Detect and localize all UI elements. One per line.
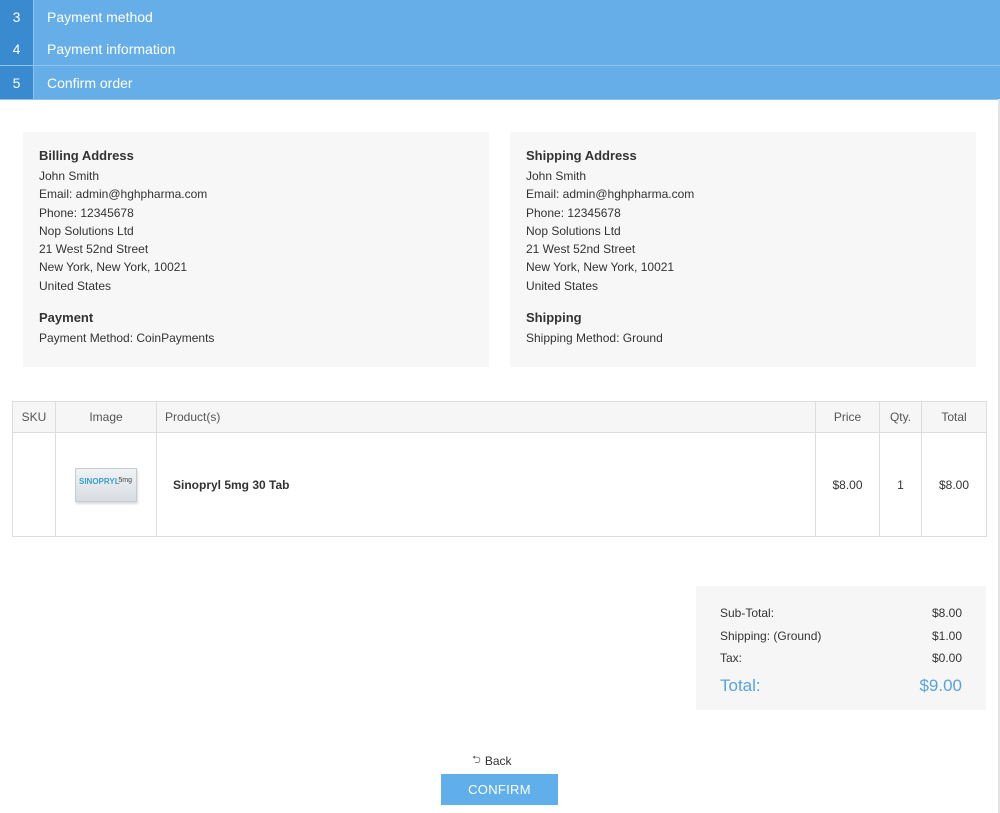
billing-name: John Smith <box>39 169 100 183</box>
price-header: Price <box>815 401 880 433</box>
image-header: Image <box>55 401 157 433</box>
step-number: 3 <box>0 0 34 33</box>
order-totals-box: Sub-Total: $8.00 Shipping: (Ground) $1.0… <box>696 586 986 710</box>
shipping-method: Shipping Method: Ground <box>526 331 663 346</box>
subtotal-row: Sub-Total: $8.00 <box>720 602 962 625</box>
back-label: Back <box>484 753 512 768</box>
shipping-street: 21 West 52nd Street <box>526 242 636 257</box>
shipping-country: United States <box>526 278 599 293</box>
item-total: $8.00 <box>921 432 987 537</box>
thumbnail-dose: 5mg <box>118 476 132 484</box>
step-confirm-order[interactable]: 5 Confirm order <box>0 66 1000 100</box>
step-payment-information[interactable]: 4 Payment information <box>0 32 1000 66</box>
step-label: Confirm order <box>47 74 133 91</box>
step-number: 4 <box>0 32 34 65</box>
total-value: $9.00 <box>919 675 962 695</box>
grand-total-row: Total: $9.00 <box>720 672 962 700</box>
payment-title: Payment <box>39 310 94 326</box>
sku-header: SKU <box>12 401 56 433</box>
item-product-name[interactable]: Sinopryl 5mg 30 Tab <box>156 432 816 537</box>
item-image-cell[interactable]: SINOPRYL 5mg <box>55 432 157 537</box>
shipping-address-title: Shipping Address <box>526 148 637 163</box>
shipping-title: Shipping <box>526 310 582 326</box>
shipping-phone: Phone: 12345678 <box>526 205 621 220</box>
subtotal-label: Sub-Total: <box>720 606 775 621</box>
billing-info-box: Billing Address John Smith Email: admin@… <box>23 132 489 367</box>
billing-email: Email: admin@hghpharma.com <box>39 187 208 202</box>
billing-street: 21 West 52nd Street <box>39 242 149 257</box>
confirm-button[interactable]: CONFIRM <box>441 774 558 805</box>
billing-country: United States <box>39 278 112 293</box>
step-number: 5 <box>0 66 34 99</box>
subtotal-value: $8.00 <box>931 606 962 621</box>
cart-header-row: SKU Image Product(s) Price Qty. Total <box>12 401 987 433</box>
table-row: SINOPRYL 5mg Sinopryl 5mg 30 Tab $8.00 1… <box>12 432 987 537</box>
billing-city: New York, New York, 10021 <box>39 260 188 275</box>
payment-method: Payment Method: CoinPayments <box>39 331 215 346</box>
step-label: Payment information <box>47 40 176 57</box>
back-arrow-icon: ⮌ <box>472 754 481 766</box>
shipping-name: John Smith <box>526 169 587 183</box>
billing-company: Nop Solutions Ltd <box>39 223 134 238</box>
shipping-info-box: Shipping Address John Smith Email: admin… <box>510 132 976 367</box>
product-thumbnail[interactable]: SINOPRYL 5mg <box>75 467 137 502</box>
qty-header: Qty. <box>879 401 922 433</box>
total-label: Total: <box>720 675 761 695</box>
shipping-row: Shipping: (Ground) $1.00 <box>720 625 962 648</box>
billing-phone: Phone: 12345678 <box>39 205 134 220</box>
tax-row: Tax: $0.00 <box>720 647 962 670</box>
step-label: Payment method <box>47 8 153 25</box>
billing-address-title: Billing Address <box>39 148 134 163</box>
thumbnail-brand: SINOPRYL <box>79 476 120 486</box>
shipping-label: Shipping: (Ground) <box>720 628 822 643</box>
cart-table: SKU Image Product(s) Price Qty. Total SI… <box>12 401 987 537</box>
total-header: Total <box>921 401 987 433</box>
tax-label: Tax: <box>720 651 743 666</box>
step-payment-method[interactable]: 3 Payment method <box>0 0 1000 34</box>
item-sku <box>12 432 56 537</box>
shipping-city: New York, New York, 10021 <box>526 260 675 275</box>
item-price: $8.00 <box>815 432 880 537</box>
shipping-value: $1.00 <box>931 628 962 643</box>
shipping-company: Nop Solutions Ltd <box>526 223 621 238</box>
item-qty: 1 <box>879 432 922 537</box>
back-link[interactable]: ⮌ Back <box>472 751 512 770</box>
shipping-email: Email: admin@hghpharma.com <box>526 187 695 202</box>
product-header: Product(s) <box>156 401 816 433</box>
tax-value: $0.00 <box>931 651 962 666</box>
